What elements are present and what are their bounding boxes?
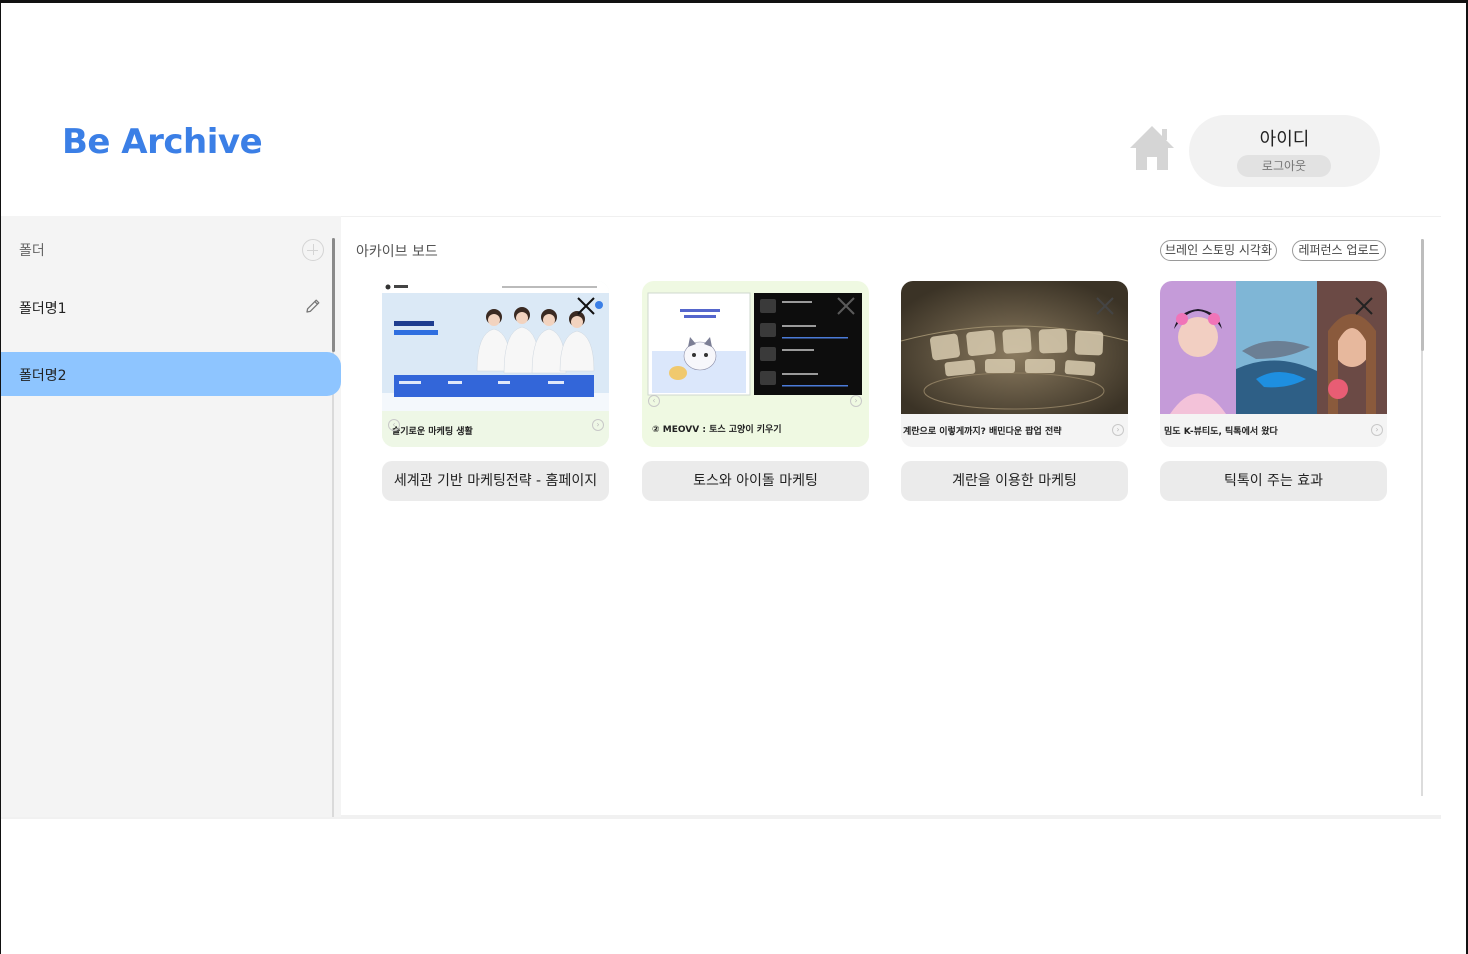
content-bottom-divider (1, 817, 1441, 819)
archive-card: 밈도 K-뷰티도, 틱톡에서 왔다 › 틱톡이 주는 효과 (1160, 281, 1387, 501)
chevron-right-icon: › (592, 419, 604, 431)
reference-upload-button[interactable]: 레퍼런스 업로드 (1292, 240, 1386, 261)
chevron-right-icon: › (1371, 424, 1383, 436)
sidebar-item-folder-1[interactable]: 폴더명1 (1, 285, 341, 329)
close-icon[interactable] (835, 295, 857, 317)
sidebar-title: 폴더 (19, 243, 45, 259)
folder-sidebar: 폴더 폴더명1 폴더명2 (1, 216, 341, 818)
chevron-right-icon: › (850, 395, 862, 407)
user-id-label: 아이디 (1259, 129, 1310, 150)
card-caption: ② MEOVV : 토스 고양이 키우기 (652, 425, 782, 435)
card-caption: 슬기로운 마케팅 생활 (392, 427, 473, 437)
logout-button[interactable]: 로그아웃 (1237, 155, 1331, 177)
board-title: 아카이브 보드 (356, 244, 438, 260)
plus-circle-icon[interactable] (302, 239, 324, 261)
sidebar-item-folder-2[interactable]: 폴더명2 (1, 352, 341, 396)
archive-card: 계란으로 이렇게까지? 배민다운 팝업 전략 › 계란을 이용한 마케팅 (901, 281, 1128, 501)
card-title-button[interactable]: 계란을 이용한 마케팅 (901, 461, 1128, 501)
card-caption: 계란으로 이렇게까지? 배민다운 팝업 전략 (903, 427, 1062, 437)
window-top-border (0, 0, 1468, 3)
card-title-button[interactable]: 세계관 기반 마케팅전략 - 홈페이지 (382, 461, 609, 501)
sidebar-item-label: 폴더명2 (19, 368, 67, 384)
close-icon[interactable] (1353, 295, 1375, 317)
close-icon[interactable] (1094, 295, 1116, 317)
card-thumbnail[interactable]: 슬기로운 마케팅 생활 ‹ › (382, 281, 609, 447)
home-icon (1130, 126, 1174, 170)
home-button[interactable] (1128, 124, 1176, 172)
card-title-button[interactable]: 토스와 아이돌 마케팅 (642, 461, 869, 501)
user-profile-pill: 아이디 로그아웃 (1189, 115, 1380, 187)
card-caption: 밈도 K-뷰티도, 틱톡에서 왔다 (1164, 427, 1278, 437)
app-logo[interactable]: Be Archive (62, 122, 263, 162)
chevron-right-icon: › (1112, 424, 1124, 436)
close-icon[interactable] (575, 295, 597, 317)
archive-card: 슬기로운 마케팅 생활 ‹ › 세계관 기반 마케팅전략 - 홈페이지 (382, 281, 609, 501)
board-scrollbar[interactable] (1421, 239, 1424, 351)
brainstorm-visualize-button[interactable]: 브레인 스토밍 시각화 (1160, 240, 1277, 261)
card-thumbnail[interactable]: ② MEOVV : 토스 고양이 키우기 ‹ › (642, 281, 869, 447)
chevron-left-icon: ‹ (388, 419, 400, 431)
card-thumbnail[interactable]: 계란으로 이렇게까지? 배민다운 팝업 전략 › (901, 281, 1128, 447)
sidebar-item-label: 폴더명1 (19, 301, 67, 317)
card-thumbnail[interactable]: 밈도 K-뷰티도, 틱톡에서 왔다 › (1160, 281, 1387, 447)
archive-card: ② MEOVV : 토스 고양이 키우기 ‹ › 토스와 아이돌 마케팅 (642, 281, 869, 501)
card-title-button[interactable]: 틱톡이 주는 효과 (1160, 461, 1387, 501)
chevron-left-icon: ‹ (648, 395, 660, 407)
archive-board: 아카이브 보드 브레인 스토밍 시각화 레퍼런스 업로드 슬기로운 마케팅 생활… (341, 216, 1441, 817)
pencil-icon[interactable] (304, 297, 322, 315)
